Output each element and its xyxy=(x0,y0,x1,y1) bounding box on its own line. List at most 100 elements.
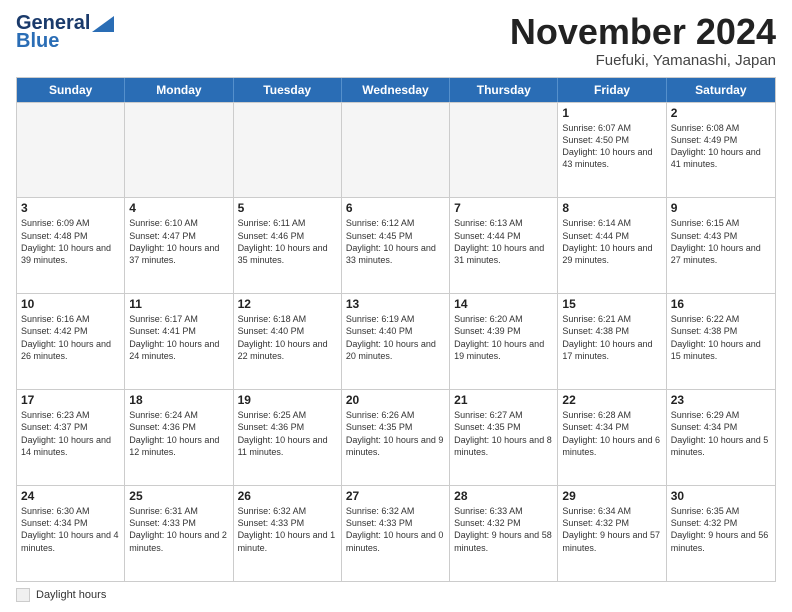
logo-blue: Blue xyxy=(16,30,59,52)
legend-box xyxy=(16,588,30,602)
day-number: 28 xyxy=(454,489,553,503)
page: General Blue November 2024 Fuefuki, Yama… xyxy=(0,0,792,612)
day-number: 22 xyxy=(562,393,661,407)
day-number: 4 xyxy=(129,201,228,215)
day-info: Sunrise: 6:07 AM Sunset: 4:50 PM Dayligh… xyxy=(562,123,655,169)
day-info: Sunrise: 6:22 AM Sunset: 4:38 PM Dayligh… xyxy=(671,314,764,360)
day-number: 27 xyxy=(346,489,445,503)
day-number: 26 xyxy=(238,489,337,503)
day-info: Sunrise: 6:17 AM Sunset: 4:41 PM Dayligh… xyxy=(129,314,222,360)
day-number: 25 xyxy=(129,489,228,503)
day-of-week-sunday: Sunday xyxy=(17,78,125,102)
day-number: 16 xyxy=(671,297,771,311)
logo-icon xyxy=(92,16,114,32)
day-info: Sunrise: 6:12 AM Sunset: 4:45 PM Dayligh… xyxy=(346,218,439,264)
day-info: Sunrise: 6:15 AM Sunset: 4:43 PM Dayligh… xyxy=(671,218,764,264)
day-number: 14 xyxy=(454,297,553,311)
day-info: Sunrise: 6:29 AM Sunset: 4:34 PM Dayligh… xyxy=(671,410,771,456)
day-of-week-saturday: Saturday xyxy=(667,78,775,102)
calendar-day-21: 21 Sunrise: 6:27 AM Sunset: 4:35 PM Dayli… xyxy=(450,390,558,485)
calendar-day-14: 14 Sunrise: 6:20 AM Sunset: 4:39 PM Dayli… xyxy=(450,294,558,389)
calendar-day-8: 8 Sunrise: 6:14 AM Sunset: 4:44 PM Daylig… xyxy=(558,198,666,293)
calendar-day-25: 25 Sunrise: 6:31 AM Sunset: 4:33 PM Dayli… xyxy=(125,486,233,581)
calendar-day-5: 5Sunrise: 6:11 AM Sunset: 4:46 PM Daylig… xyxy=(234,198,342,293)
day-info: Sunrise: 6:09 AM Sunset: 4:48 PM Dayligh… xyxy=(21,218,114,264)
logo: General Blue xyxy=(16,12,114,52)
day-number: 12 xyxy=(238,297,337,311)
calendar-empty-cell xyxy=(234,103,342,198)
calendar-day-27: 27 Sunrise: 6:32 AM Sunset: 4:33 PM Dayli… xyxy=(342,486,450,581)
calendar-week-1: 1 Sunrise: 6:07 AM Sunset: 4:50 PM Daylig… xyxy=(17,102,775,198)
calendar-day-15: 15 Sunrise: 6:21 AM Sunset: 4:38 PM Dayli… xyxy=(558,294,666,389)
day-number: 19 xyxy=(238,393,337,407)
day-number: 20 xyxy=(346,393,445,407)
day-of-week-thursday: Thursday xyxy=(450,78,558,102)
day-info: Sunrise: 6:24 AM Sunset: 4:36 PM Dayligh… xyxy=(129,410,222,456)
calendar-day-2: 2 Sunrise: 6:08 AM Sunset: 4:49 PM Daylig… xyxy=(667,103,775,198)
day-number: 29 xyxy=(562,489,661,503)
calendar-day-30: 30 Sunrise: 6:35 AM Sunset: 4:32 PM Dayli… xyxy=(667,486,775,581)
calendar-day-20: 20Sunrise: 6:26 AM Sunset: 4:35 PM Dayli… xyxy=(342,390,450,485)
day-info: Sunrise: 6:32 AM Sunset: 4:33 PM Dayligh… xyxy=(238,506,338,552)
day-of-week-tuesday: Tuesday xyxy=(234,78,342,102)
day-info: Sunrise: 6:35 AM Sunset: 4:32 PM Dayligh… xyxy=(671,506,771,552)
day-info: Sunrise: 6:32 AM Sunset: 4:33 PM Dayligh… xyxy=(346,506,446,552)
calendar-week-4: 17Sunrise: 6:23 AM Sunset: 4:37 PM Dayli… xyxy=(17,389,775,485)
day-number: 3 xyxy=(21,201,120,215)
day-number: 8 xyxy=(562,201,661,215)
calendar-day-7: 7Sunrise: 6:13 AM Sunset: 4:44 PM Daylig… xyxy=(450,198,558,293)
day-number: 2 xyxy=(671,106,771,120)
day-number: 11 xyxy=(129,297,228,311)
day-number: 21 xyxy=(454,393,553,407)
calendar-day-24: 24 Sunrise: 6:30 AM Sunset: 4:34 PM Dayli… xyxy=(17,486,125,581)
header: General Blue November 2024 Fuefuki, Yama… xyxy=(16,12,776,69)
day-info: Sunrise: 6:27 AM Sunset: 4:35 PM Dayligh… xyxy=(454,410,554,456)
calendar-day-12: 12 Sunrise: 6:18 AM Sunset: 4:40 PM Dayli… xyxy=(234,294,342,389)
day-number: 15 xyxy=(562,297,661,311)
calendar-day-1: 1 Sunrise: 6:07 AM Sunset: 4:50 PM Daylig… xyxy=(558,103,666,198)
calendar-day-11: 11 Sunrise: 6:17 AM Sunset: 4:41 PM Dayli… xyxy=(125,294,233,389)
calendar-week-2: 3 Sunrise: 6:09 AM Sunset: 4:48 PM Daylig… xyxy=(17,197,775,293)
day-number: 6 xyxy=(346,201,445,215)
day-info: Sunrise: 6:14 AM Sunset: 4:44 PM Dayligh… xyxy=(562,218,655,264)
day-number: 1 xyxy=(562,106,661,120)
day-number: 17 xyxy=(21,393,120,407)
day-info: Sunrise: 6:31 AM Sunset: 4:33 PM Dayligh… xyxy=(129,506,229,552)
calendar-day-10: 10Sunrise: 6:16 AM Sunset: 4:42 PM Dayli… xyxy=(17,294,125,389)
day-info: Sunrise: 6:34 AM Sunset: 4:32 PM Dayligh… xyxy=(562,506,662,552)
calendar-week-3: 10Sunrise: 6:16 AM Sunset: 4:42 PM Dayli… xyxy=(17,293,775,389)
day-info: Sunrise: 6:08 AM Sunset: 4:49 PM Dayligh… xyxy=(671,123,764,169)
day-number: 10 xyxy=(21,297,120,311)
calendar-day-28: 28 Sunrise: 6:33 AM Sunset: 4:32 PM Dayli… xyxy=(450,486,558,581)
day-info: Sunrise: 6:10 AM Sunset: 4:47 PM Dayligh… xyxy=(129,218,222,264)
day-number: 9 xyxy=(671,201,771,215)
calendar-day-3: 3 Sunrise: 6:09 AM Sunset: 4:48 PM Daylig… xyxy=(17,198,125,293)
day-info: Sunrise: 6:33 AM Sunset: 4:32 PM Dayligh… xyxy=(454,506,554,552)
calendar-day-4: 4 Sunrise: 6:10 AM Sunset: 4:47 PM Daylig… xyxy=(125,198,233,293)
day-number: 18 xyxy=(129,393,228,407)
day-number: 13 xyxy=(346,297,445,311)
calendar-day-23: 23 Sunrise: 6:29 AM Sunset: 4:34 PM Dayli… xyxy=(667,390,775,485)
calendar-day-13: 13 Sunrise: 6:19 AM Sunset: 4:40 PM Dayli… xyxy=(342,294,450,389)
day-of-week-friday: Friday xyxy=(558,78,666,102)
calendar-empty-cell xyxy=(342,103,450,198)
day-number: 23 xyxy=(671,393,771,407)
day-info: Sunrise: 6:21 AM Sunset: 4:38 PM Dayligh… xyxy=(562,314,655,360)
day-info: Sunrise: 6:25 AM Sunset: 4:36 PM Dayligh… xyxy=(238,410,331,456)
title-area: November 2024 Fuefuki, Yamanashi, Japan xyxy=(510,12,776,69)
day-info: Sunrise: 6:30 AM Sunset: 4:34 PM Dayligh… xyxy=(21,506,121,552)
day-info: Sunrise: 6:11 AM Sunset: 4:46 PM Dayligh… xyxy=(238,218,331,264)
calendar-day-22: 22Sunrise: 6:28 AM Sunset: 4:34 PM Dayli… xyxy=(558,390,666,485)
day-number: 30 xyxy=(671,489,771,503)
day-info: Sunrise: 6:18 AM Sunset: 4:40 PM Dayligh… xyxy=(238,314,331,360)
calendar-empty-cell xyxy=(17,103,125,198)
calendar-empty-cell xyxy=(125,103,233,198)
legend: Daylight hours xyxy=(16,588,776,602)
day-info: Sunrise: 6:13 AM Sunset: 4:44 PM Dayligh… xyxy=(454,218,547,264)
day-info: Sunrise: 6:19 AM Sunset: 4:40 PM Dayligh… xyxy=(346,314,439,360)
day-of-week-monday: Monday xyxy=(125,78,233,102)
day-number: 24 xyxy=(21,489,120,503)
day-info: Sunrise: 6:20 AM Sunset: 4:39 PM Dayligh… xyxy=(454,314,547,360)
calendar: SundayMondayTuesdayWednesdayThursdayFrid… xyxy=(16,77,776,582)
legend-label: Daylight hours xyxy=(36,589,106,601)
